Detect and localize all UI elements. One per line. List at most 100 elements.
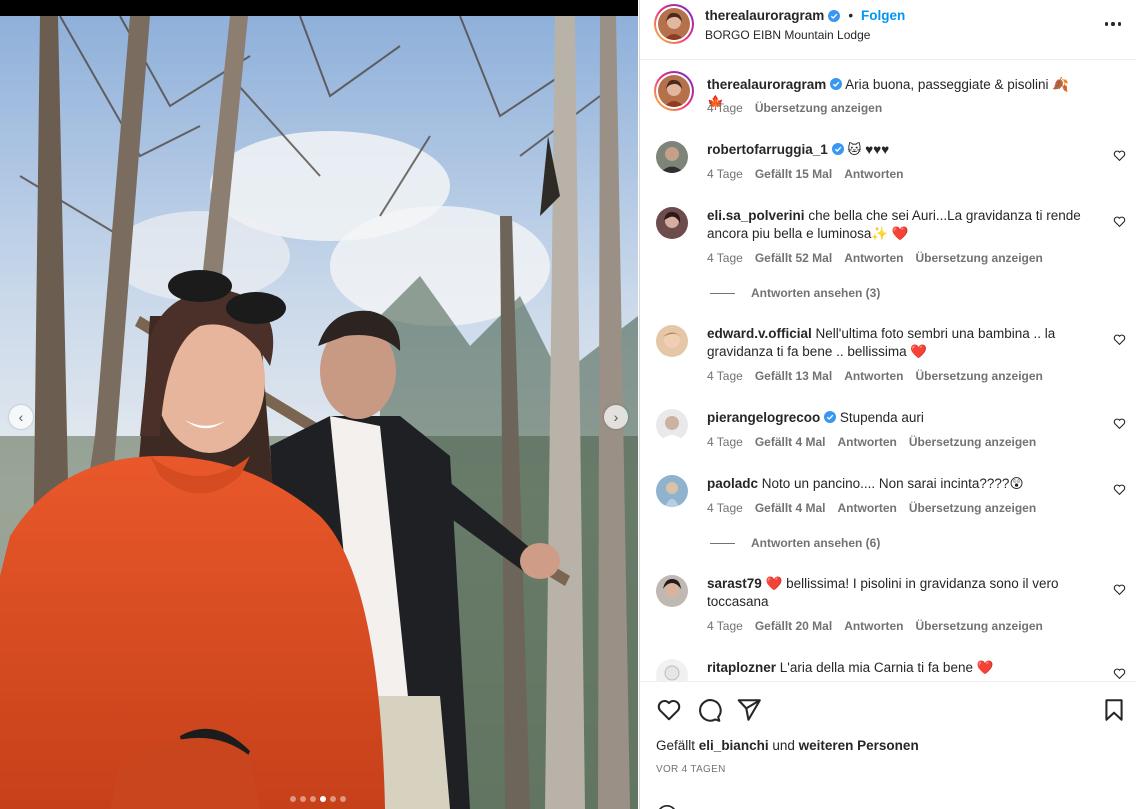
comment-username[interactable]: edward.v.official xyxy=(707,326,812,341)
carousel-indicator xyxy=(290,796,346,802)
view-replies-button[interactable]: Antworten ansehen (3) xyxy=(710,286,880,300)
post-sidebar: therealauroragram • Folgen BORGO EIBN Mo… xyxy=(639,0,1136,809)
commenter-avatar[interactable] xyxy=(656,325,688,357)
post-location[interactable]: BORGO EIBN Mountain Lodge xyxy=(705,28,870,42)
carousel-prev-button[interactable]: ‹ xyxy=(9,405,33,429)
comment-like-heart-icon[interactable] xyxy=(1113,149,1126,162)
comment-likes[interactable]: Gefällt 4 Mal xyxy=(755,435,826,449)
comments-list[interactable]: therealauroragram Aria buona, passeggiat… xyxy=(640,61,1136,681)
comment-username[interactable]: robertofarruggia_1 xyxy=(707,142,828,157)
comment-icon[interactable] xyxy=(696,697,722,723)
reply-link[interactable]: Antworten xyxy=(844,369,903,383)
caption-avatar[interactable] xyxy=(654,71,694,111)
caption-time[interactable]: 4 Tage xyxy=(707,101,743,115)
reply-link[interactable]: Antworten xyxy=(844,619,903,633)
comment-text: L'aria della mia Carnia ti fa bene ❤️ xyxy=(779,660,994,675)
reply-link[interactable]: Antworten xyxy=(844,167,903,181)
carousel-dot xyxy=(330,796,336,802)
comment-text: 🐱 ♥♥♥ xyxy=(847,142,890,157)
reply-link[interactable]: Antworten xyxy=(838,501,897,515)
comment-time[interactable]: 4 Tage xyxy=(707,435,743,449)
comment-time[interactable]: 4 Tage xyxy=(707,251,743,265)
author-username[interactable]: therealauroragram xyxy=(705,8,824,23)
commenter-avatar[interactable] xyxy=(656,475,688,507)
liked-by-prefix: Gefällt xyxy=(656,738,696,753)
view-replies-label: Antworten ansehen (3) xyxy=(751,286,881,300)
author-avatar[interactable] xyxy=(654,4,694,44)
caption-meta: 4 Tage Übersetzung anzeigen xyxy=(707,101,882,115)
comment-username[interactable]: sarast79 xyxy=(707,576,762,591)
comment-meta: 4 Tage Gefällt 4 Mal Antworten Übersetzu… xyxy=(707,501,1036,515)
comment-like-heart-icon[interactable] xyxy=(1113,583,1126,596)
comment-username[interactable]: eli.sa_polverini xyxy=(707,208,805,223)
author-avatar-image xyxy=(658,8,690,40)
comment-likes[interactable]: Gefällt 15 Mal xyxy=(755,167,832,181)
comment-time[interactable]: 4 Tage xyxy=(707,501,743,515)
share-icon[interactable] xyxy=(736,697,762,723)
comment-like-heart-icon[interactable] xyxy=(1113,667,1126,680)
comment-text-row: edward.v.official Nell'ultima foto sembr… xyxy=(707,325,1087,361)
comment-text: Stupenda auri xyxy=(839,410,924,425)
liked-by-user[interactable]: eli_bianchi xyxy=(699,738,769,753)
comment-meta: 4 Tage Gefällt 15 Mal Antworten xyxy=(707,167,904,181)
commenter-avatar[interactable] xyxy=(656,575,688,607)
commenter-avatar[interactable] xyxy=(656,659,688,681)
commenter-avatar[interactable] xyxy=(656,141,688,173)
comment-time[interactable]: 4 Tage xyxy=(707,619,743,633)
comment-likes[interactable]: Gefällt 4 Mal xyxy=(755,501,826,515)
comment-likes[interactable]: Gefällt 13 Mal xyxy=(755,369,832,383)
reply-link[interactable]: Antworten xyxy=(844,251,903,265)
forest-couple-photo xyxy=(0,16,638,809)
comment-meta: 4 Tage Gefällt 20 Mal Antworten Übersetz… xyxy=(707,619,1043,633)
comment-time[interactable]: 4 Tage xyxy=(707,369,743,383)
verified-badge-icon xyxy=(831,143,844,155)
verified-badge-icon xyxy=(830,78,843,90)
translate-link[interactable]: Übersetzung anzeigen xyxy=(909,501,1036,515)
comment-text-row: pierangelogrecoo Stupenda auri xyxy=(707,409,1087,427)
comment-likes[interactable]: Gefällt 20 Mal xyxy=(755,619,832,633)
carousel-dot xyxy=(300,796,306,802)
translate-link[interactable]: Übersetzung anzeigen xyxy=(909,435,1036,449)
view-replies-button[interactable]: Antworten ansehen (6) xyxy=(710,536,880,550)
comment-text-row: sarast79 ❤️ bellissima! I pisolini in gr… xyxy=(707,575,1087,611)
caption-username[interactable]: therealauroragram xyxy=(707,77,826,92)
verified-badge-icon xyxy=(824,411,837,423)
comment-text-row: robertofarruggia_1 🐱 ♥♥♥ xyxy=(707,141,1087,159)
comment-like-heart-icon[interactable] xyxy=(1113,215,1126,228)
comment-username[interactable]: paoladc xyxy=(707,476,758,491)
like-heart-icon[interactable] xyxy=(656,697,682,723)
comment-meta: 4 Tage Gefällt 4 Mal Antworten Übersetzu… xyxy=(707,435,1036,449)
comment-text-row: ritaplozner L'aria della mia Carnia ti f… xyxy=(707,659,1087,677)
liked-by-others[interactable]: weiteren Personen xyxy=(799,738,919,753)
reply-link[interactable]: Antworten xyxy=(838,435,897,449)
commenter-avatar[interactable] xyxy=(656,207,688,239)
comment-meta: 4 Tage Gefällt 13 Mal Antworten Übersetz… xyxy=(707,369,1043,383)
comment-meta: 4 Tage Gefällt 52 Mal Antworten Übersetz… xyxy=(707,251,1043,265)
carousel-dot xyxy=(310,796,316,802)
comment-like-heart-icon[interactable] xyxy=(1113,417,1126,430)
post-photo[interactable] xyxy=(0,16,638,809)
translate-link[interactable]: Übersetzung anzeigen xyxy=(916,369,1043,383)
translate-link[interactable]: Übersetzung anzeigen xyxy=(916,251,1043,265)
comment-likes[interactable]: Gefällt 52 Mal xyxy=(755,251,832,265)
post-date[interactable]: VOR 4 TAGEN xyxy=(656,764,726,775)
comment-text-row: paoladc Noto un pancino.... Non sarai in… xyxy=(707,475,1087,493)
carousel-next-button[interactable]: › xyxy=(604,405,628,429)
comment-like-heart-icon[interactable] xyxy=(1113,483,1126,496)
comment-text-row: eli.sa_polverini che bella che sei Auri.… xyxy=(707,207,1087,243)
comment-like-heart-icon[interactable] xyxy=(1113,333,1126,346)
comment-username[interactable]: ritaplozner xyxy=(707,660,776,675)
comment-time[interactable]: 4 Tage xyxy=(707,167,743,181)
emoji-icon[interactable] xyxy=(656,804,678,809)
translate-link[interactable]: Übersetzung anzeigen xyxy=(755,101,882,115)
translate-link[interactable]: Übersetzung anzeigen xyxy=(916,619,1043,633)
more-options-icon[interactable] xyxy=(1102,14,1124,34)
carousel-dot xyxy=(340,796,346,802)
bookmark-icon[interactable] xyxy=(1101,697,1127,723)
follow-button[interactable]: Folgen xyxy=(861,8,905,23)
carousel-dot-active xyxy=(320,796,326,802)
carousel-dot xyxy=(290,796,296,802)
post-actions: Gefällt eli_bianchi und weiteren Persone… xyxy=(640,681,1136,809)
commenter-avatar[interactable] xyxy=(656,409,688,441)
comment-username[interactable]: pierangelogrecoo xyxy=(707,410,820,425)
